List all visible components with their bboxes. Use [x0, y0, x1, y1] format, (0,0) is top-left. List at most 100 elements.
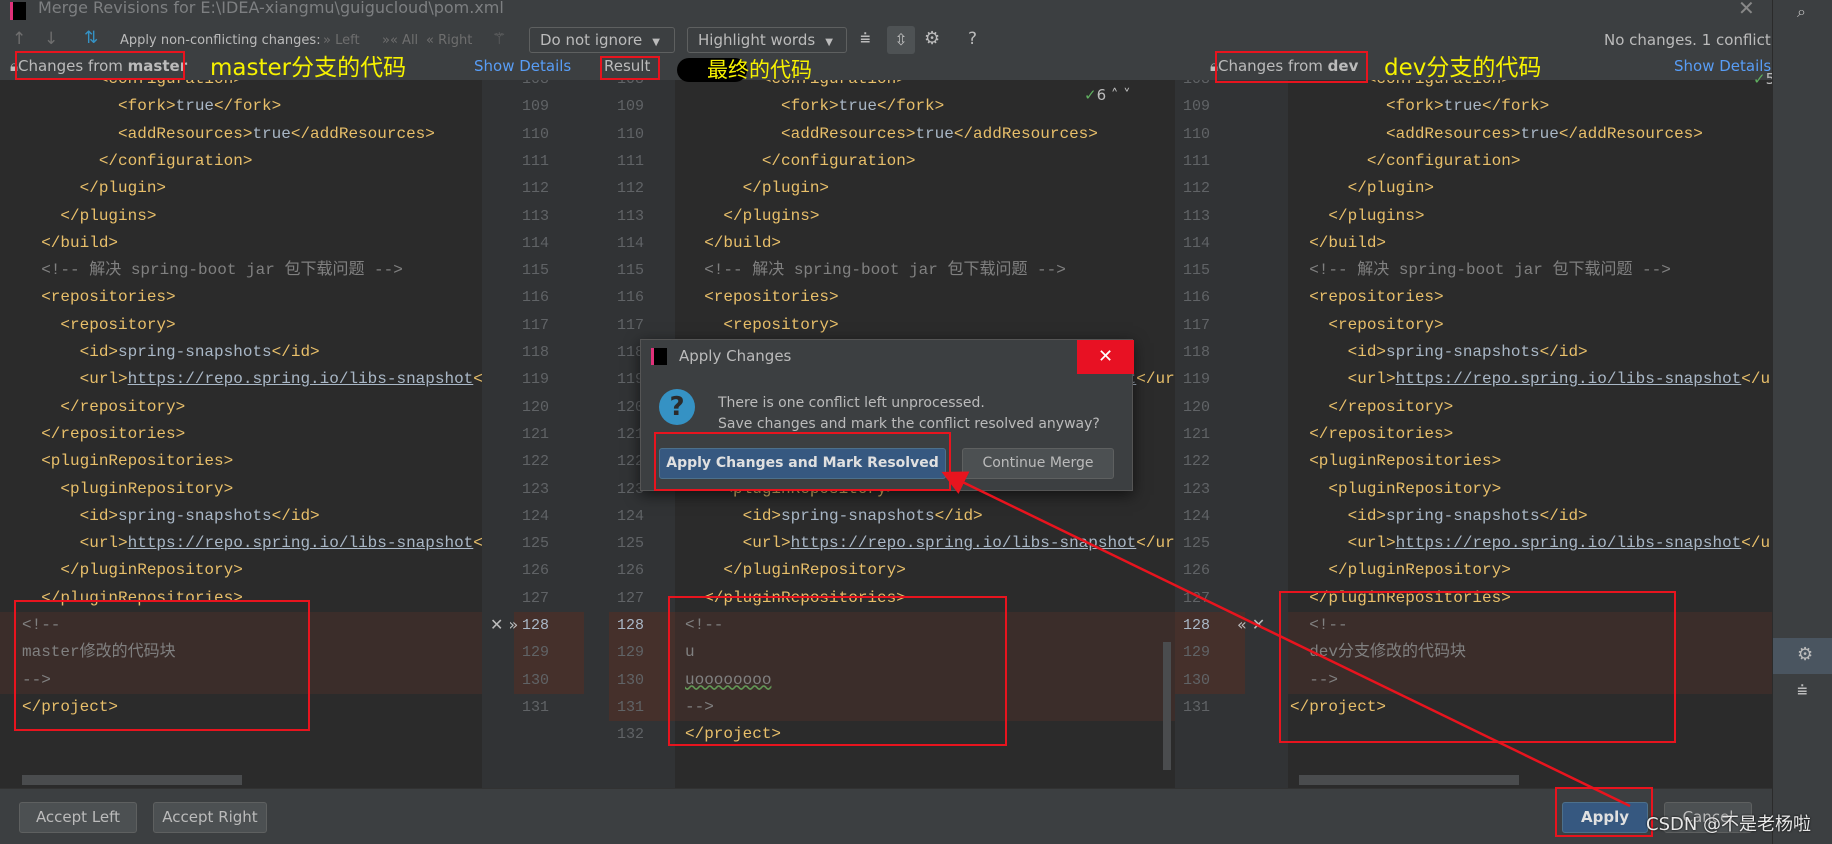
- code-line[interactable]: </repositories>: [0, 421, 482, 448]
- code-line[interactable]: </configuration>: [0, 148, 482, 175]
- code-line[interactable]: <repositories>: [0, 284, 482, 311]
- code-line[interactable]: <id>spring-snapshots</id>: [0, 503, 482, 530]
- code-line[interactable]: <url>https://repo.spring.io/libs-snapsho…: [1288, 366, 1772, 393]
- code-line[interactable]: </pluginRepositories>: [0, 585, 482, 612]
- code-line[interactable]: </pluginRepositories>: [675, 585, 1175, 612]
- sync-scroll-icon[interactable]: ⇳: [887, 26, 915, 54]
- code-line[interactable]: <url>https://repo.spring.io/libs-snapsho…: [0, 530, 482, 557]
- code-line[interactable]: </pluginRepositories>: [1288, 585, 1772, 612]
- collapse-icon[interactable]: ⩧: [1797, 680, 1808, 701]
- code-line[interactable]: </repository>: [0, 394, 482, 421]
- code-line[interactable]: <pluginRepository>: [1288, 476, 1772, 503]
- code-line[interactable]: </project>: [675, 721, 1175, 748]
- code-line[interactable]: u: [675, 639, 1175, 666]
- code-line[interactable]: <!-- 解决 spring-boot jar 包下载问题 -->: [675, 257, 1175, 284]
- annotation-master-note: master分支的代码: [210, 55, 407, 81]
- code-line[interactable]: <url>https://repo.spring.io/libs-snapsho…: [1288, 530, 1772, 557]
- code-line[interactable]: </configuration>: [675, 148, 1175, 175]
- code-line[interactable]: </project>: [1288, 694, 1772, 721]
- code-line[interactable]: <repository>: [0, 312, 482, 339]
- code-line[interactable]: <repository>: [1288, 312, 1772, 339]
- code-line[interactable]: </repositories>: [1288, 421, 1772, 448]
- code-line[interactable]: </plugin>: [1288, 175, 1772, 202]
- code-line[interactable]: <!--: [1288, 612, 1772, 639]
- code-line[interactable]: </build>: [0, 230, 482, 257]
- code-line[interactable]: <pluginRepositories>: [0, 448, 482, 475]
- right-conflict-actions-icon[interactable]: « ✕: [1237, 615, 1265, 634]
- left-conflict-actions-icon[interactable]: ✕ »: [490, 615, 518, 634]
- code-line[interactable]: -->: [675, 694, 1175, 721]
- magic-wand-icon[interactable]: ⚚: [492, 29, 506, 48]
- code-line[interactable]: <repositories>: [1288, 284, 1772, 311]
- code-line[interactable]: <pluginRepositories>: [1288, 448, 1772, 475]
- code-line[interactable]: <url>https://repo.spring.io/libs-snapsho…: [0, 366, 482, 393]
- resolve-magic-icon[interactable]: ⇅: [84, 28, 98, 48]
- code-line[interactable]: <!-- 解决 spring-boot jar 包下载问题 -->: [1288, 257, 1772, 284]
- left-editor[interactable]: <configuration> <fork>true</fork> <addRe…: [0, 80, 482, 788]
- code-line[interactable]: </project>: [0, 694, 482, 721]
- code-line[interactable]: </repository>: [1288, 394, 1772, 421]
- right-horizontal-scrollbar[interactable]: [1299, 775, 1519, 785]
- dialog-close-button[interactable]: ✕: [1077, 340, 1134, 374]
- right-editor[interactable]: <configuration> <fork>true</fork> <addRe…: [1288, 80, 1772, 788]
- apply-and-mark-resolved-button[interactable]: Apply Changes and Mark Resolved: [659, 448, 946, 479]
- code-line[interactable]: </build>: [675, 230, 1175, 257]
- code-line[interactable]: </plugin>: [0, 175, 482, 202]
- code-line[interactable]: <!--: [0, 612, 482, 639]
- code-line[interactable]: <repositories>: [675, 284, 1175, 311]
- highlight-select[interactable]: Highlight words ▼: [687, 27, 847, 53]
- code-line[interactable]: </plugins>: [675, 203, 1175, 230]
- code-line[interactable]: <repository>: [675, 312, 1175, 339]
- line-number: 118: [1183, 344, 1211, 361]
- line-number: 125: [617, 535, 645, 553]
- code-line[interactable]: dev分支修改的代码块: [1288, 639, 1772, 666]
- code-line[interactable]: <id>spring-snapshots</id>: [1288, 339, 1772, 366]
- code-line[interactable]: </pluginRepository>: [1288, 557, 1772, 584]
- code-line[interactable]: <addResources>true</addResources>: [1288, 121, 1772, 148]
- result-vertical-scrollbar[interactable]: [1163, 642, 1171, 770]
- code-line[interactable]: <id>spring-snapshots</id>: [0, 339, 482, 366]
- accept-left-button[interactable]: Accept Left: [19, 802, 137, 833]
- accept-right-button[interactable]: Accept Right: [153, 802, 267, 833]
- settings-gear-icon[interactable]: ⚙: [924, 28, 940, 49]
- code-line[interactable]: <fork>true</fork>: [0, 93, 482, 120]
- gear-icon[interactable]: ⚙: [1797, 644, 1813, 665]
- result-inspection-widget[interactable]: ✓6 ˄ ˅: [1084, 86, 1131, 104]
- code-line[interactable]: </plugin>: [675, 175, 1175, 202]
- next-change-icon[interactable]: ↓: [44, 29, 58, 49]
- search-icon[interactable]: ⌕: [1797, 2, 1806, 22]
- close-icon[interactable]: ✕: [1738, 0, 1755, 20]
- line-number: 109: [1183, 98, 1211, 116]
- continue-merge-button[interactable]: Continue Merge: [962, 448, 1114, 479]
- previous-change-icon[interactable]: ↑: [12, 29, 26, 49]
- code-line[interactable]: uoooooooo: [675, 667, 1175, 694]
- code-line[interactable]: </pluginRepository>: [0, 557, 482, 584]
- code-line[interactable]: </pluginRepository>: [675, 557, 1175, 584]
- help-icon[interactable]: ?: [968, 29, 977, 49]
- collapse-unchanged-icon[interactable]: ⩧: [860, 28, 871, 49]
- code-line[interactable]: <url>https://repo.spring.io/libs-snapsho…: [675, 530, 1175, 557]
- code-line[interactable]: </plugins>: [0, 203, 482, 230]
- left-show-details-link[interactable]: Show Details: [474, 57, 571, 75]
- apply-all-button[interactable]: »« All: [382, 33, 418, 48]
- code-line[interactable]: <fork>true</fork>: [1288, 93, 1772, 120]
- code-line[interactable]: </build>: [1288, 230, 1772, 257]
- code-line[interactable]: <addResources>true</addResources>: [675, 121, 1175, 148]
- code-line[interactable]: master修改的代码块: [0, 639, 482, 666]
- code-line[interactable]: <id>spring-snapshots</id>: [675, 503, 1175, 530]
- apply-button[interactable]: Apply: [1562, 802, 1648, 833]
- code-line[interactable]: </configuration>: [1288, 148, 1772, 175]
- whitespace-ignore-select[interactable]: Do not ignore ▼: [529, 27, 675, 53]
- code-line[interactable]: -->: [1288, 667, 1772, 694]
- code-line[interactable]: <id>spring-snapshots</id>: [1288, 503, 1772, 530]
- code-line[interactable]: -->: [0, 667, 482, 694]
- code-line[interactable]: </plugins>: [1288, 203, 1772, 230]
- apply-left-button[interactable]: » Left: [323, 33, 360, 48]
- code-line[interactable]: <!-- 解决 spring-boot jar 包下载问题 -->: [0, 257, 482, 284]
- apply-right-button[interactable]: « Right: [426, 33, 472, 48]
- code-line[interactable]: <!--: [675, 612, 1175, 639]
- code-line[interactable]: <pluginRepository>: [0, 476, 482, 503]
- code-line[interactable]: <addResources>true</addResources>: [0, 121, 482, 148]
- line-number: 126: [522, 562, 550, 580]
- left-horizontal-scrollbar[interactable]: [22, 775, 242, 785]
